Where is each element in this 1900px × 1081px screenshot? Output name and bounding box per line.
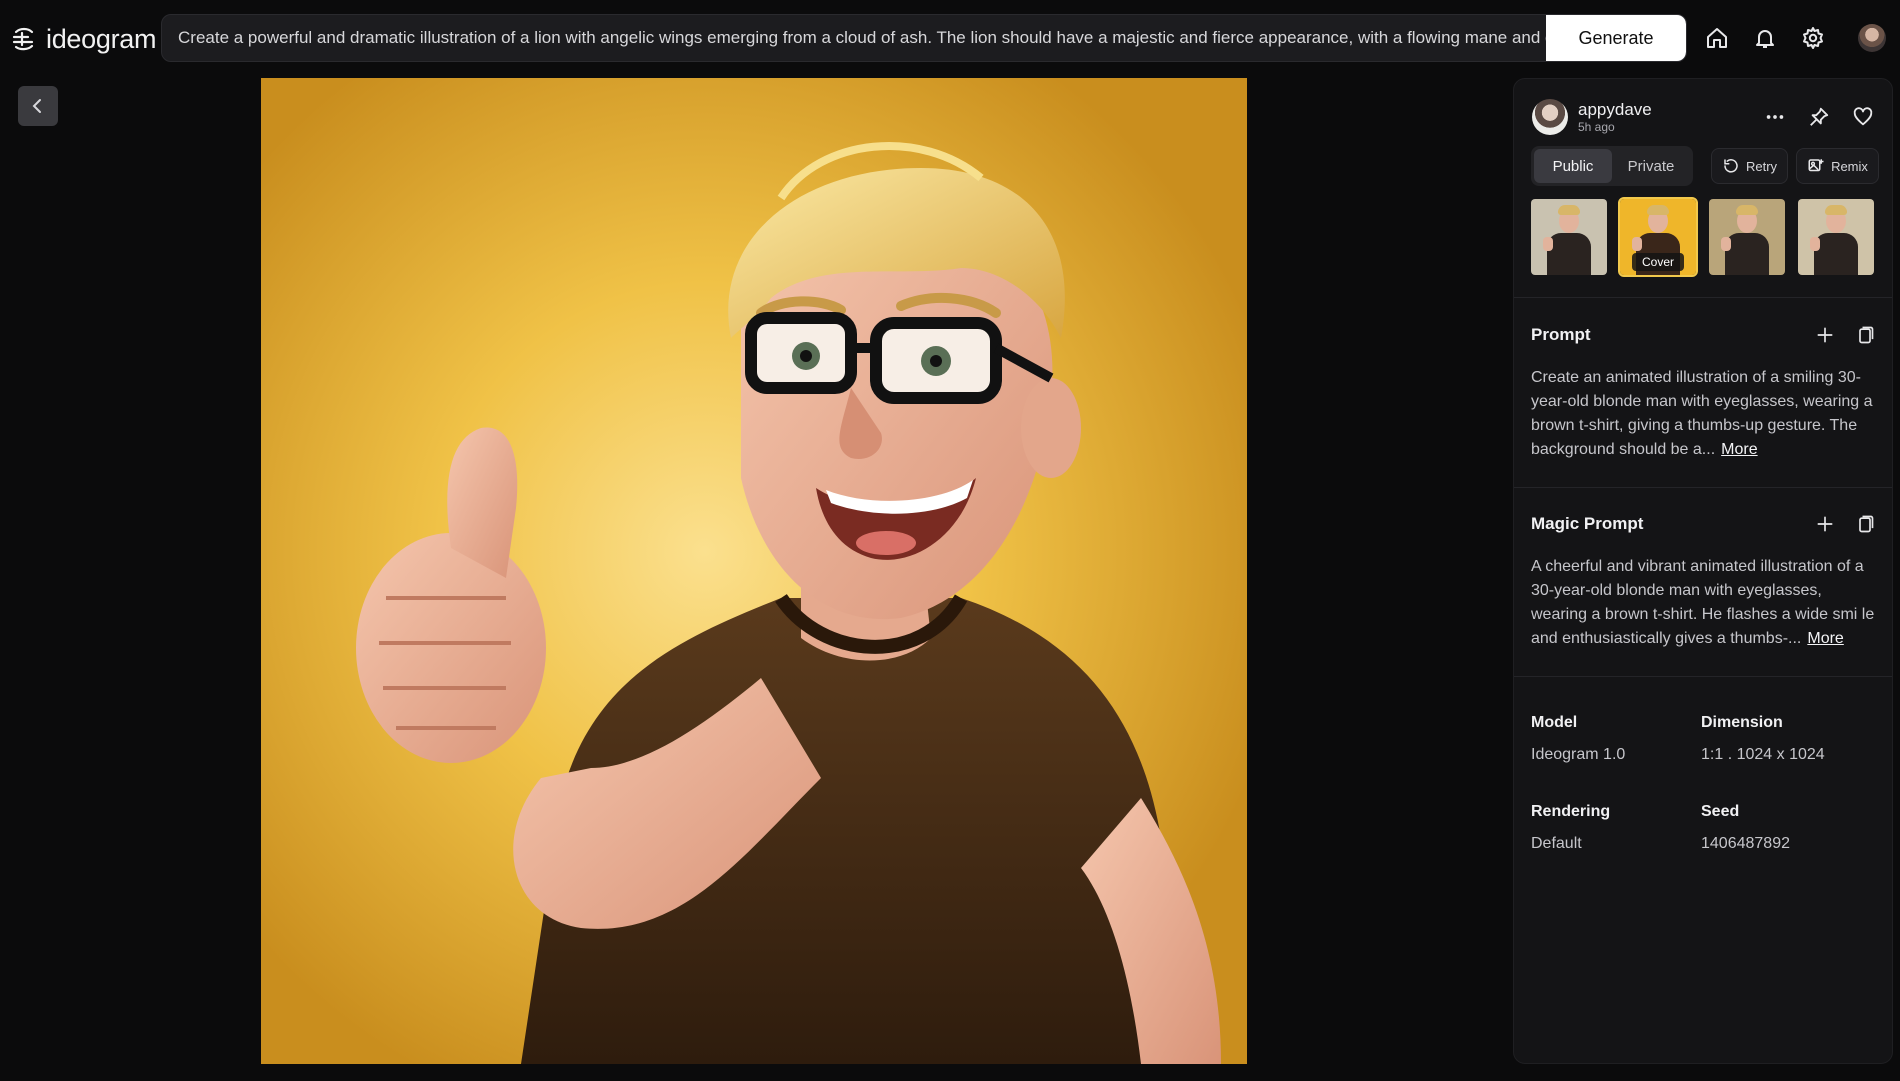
profile-avatar[interactable] [1858, 24, 1886, 52]
user-row: appydave 5h ago [1532, 97, 1876, 137]
user-actions [1762, 104, 1876, 130]
plus-icon[interactable] [1812, 511, 1838, 537]
prompt-body: Create an animated illustration of a smi… [1531, 369, 1873, 458]
prompt-bar: Create a powerful and dramatic illustrat… [161, 14, 1687, 62]
dimension-value: 1:1 . 1024 x 1024 [1701, 746, 1825, 763]
prompt-text: Create an animated illustration of a smi… [1531, 366, 1878, 462]
magic-prompt-title: Magic Prompt [1531, 514, 1644, 533]
top-bar: ideogram Create a powerful and dramatic … [0, 0, 1900, 76]
generate-button[interactable]: Generate [1546, 15, 1686, 61]
ideogram-logo-icon [12, 27, 34, 51]
retry-icon [1724, 159, 1738, 173]
model-label: Model [1531, 714, 1578, 731]
copy-icon[interactable] [1852, 322, 1878, 348]
user-avatar[interactable] [1532, 99, 1568, 135]
thumbnail-1[interactable] [1531, 199, 1607, 275]
retry-button[interactable]: Retry [1711, 148, 1789, 184]
thumbnail-3[interactable] [1709, 199, 1785, 275]
top-nav-icons [1700, 21, 1886, 55]
plus-icon[interactable] [1812, 322, 1838, 348]
visibility-private[interactable]: Private [1612, 149, 1690, 183]
remix-label: Remix [1831, 158, 1868, 174]
divider [1514, 297, 1892, 298]
divider [1514, 676, 1892, 677]
thumbnail-2-cover[interactable]: Cover [1618, 197, 1698, 277]
seed-label: Seed [1701, 803, 1740, 820]
visibility-and-actions-row: Public Private Retry Remix [1531, 146, 1879, 186]
magic-prompt-text: A cheerful and vibrant animated illustra… [1531, 555, 1878, 651]
cartoon-man-thumbs-up-illustration [261, 78, 1247, 1064]
prompt-actions [1812, 322, 1878, 348]
remix-image-icon [1808, 159, 1824, 172]
rendering-value: Default [1531, 835, 1582, 852]
generated-image[interactable] [261, 78, 1247, 1064]
back-button[interactable] [18, 86, 58, 126]
prompt-input[interactable]: Create a powerful and dramatic illustrat… [162, 15, 1546, 61]
prompt-title: Prompt [1531, 325, 1591, 344]
bell-icon[interactable] [1748, 21, 1782, 55]
divider [1514, 487, 1892, 488]
seed-value: 1406487892 [1701, 835, 1790, 852]
thumbnail-4[interactable] [1798, 199, 1874, 275]
user-name[interactable]: appydave [1578, 100, 1652, 120]
rendering-label: Rendering [1531, 803, 1611, 820]
more-options-icon[interactable] [1762, 104, 1788, 130]
image-details-panel: appydave 5h ago Public Private Retry Rem… [1513, 78, 1893, 1064]
prompt-section-header: Prompt [1531, 320, 1878, 350]
magic-prompt-section-header: Magic Prompt [1531, 509, 1878, 539]
chevron-left-icon [32, 99, 41, 113]
visibility-toggle: Public Private [1531, 146, 1693, 186]
magic-prompt-more-link[interactable]: More [1807, 630, 1843, 647]
visibility-public[interactable]: Public [1534, 149, 1612, 183]
heart-icon[interactable] [1850, 104, 1876, 130]
retry-label: Retry [1746, 158, 1778, 174]
gear-icon[interactable] [1796, 21, 1830, 55]
copy-icon[interactable] [1852, 511, 1878, 537]
cover-badge: Cover [1632, 253, 1684, 271]
variation-thumbnails: Cover [1531, 197, 1878, 277]
remix-button[interactable]: Remix [1796, 148, 1879, 184]
logo-text: ideogram [46, 23, 157, 54]
model-value: Ideogram 1.0 [1531, 746, 1626, 763]
home-icon[interactable] [1700, 21, 1734, 55]
prompt-more-link[interactable]: More [1721, 441, 1757, 458]
logo[interactable]: ideogram [10, 22, 156, 56]
pin-icon[interactable] [1806, 104, 1832, 130]
post-time: 5h ago [1578, 120, 1615, 134]
user-meta: appydave 5h ago [1578, 100, 1652, 134]
dimension-label: Dimension [1701, 714, 1783, 731]
magic-prompt-actions [1812, 511, 1878, 537]
